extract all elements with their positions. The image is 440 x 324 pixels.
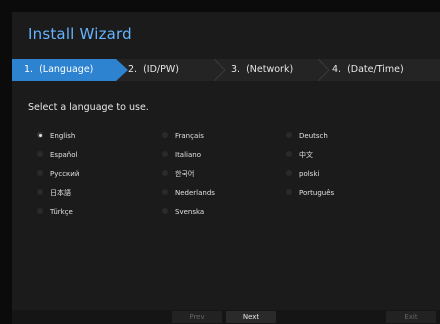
- step-date-time: 4. (Date/Time): [332, 59, 404, 81]
- language-option-espanol[interactable]: Español: [37, 148, 77, 162]
- radio-icon: [37, 208, 43, 214]
- language-prompt: Select a language to use.: [28, 102, 149, 113]
- radio-icon: [286, 189, 292, 195]
- radio-icon: [286, 151, 292, 157]
- language-label: Français: [175, 132, 204, 140]
- step-number: 4.: [332, 64, 342, 75]
- radio-icon: [162, 208, 168, 214]
- language-option-swedish[interactable]: Svenska: [162, 205, 204, 219]
- language-option-dutch[interactable]: Nederlands: [162, 186, 215, 200]
- prev-button[interactable]: Prev: [172, 311, 222, 323]
- language-label: Deutsch: [299, 132, 328, 140]
- step-label: (Language): [39, 64, 94, 75]
- language-label: 中文: [299, 151, 313, 159]
- language-option-deutsch[interactable]: Deutsch: [286, 129, 328, 143]
- step-number: 2.: [128, 64, 138, 75]
- install-wizard-window: Install Wizard 1. (Language) 2. (ID/PW) 3.…: [12, 12, 440, 324]
- language-label: Português: [299, 189, 335, 197]
- language-label: Nederlands: [175, 189, 215, 197]
- step-idpw: 2. (ID/PW): [128, 59, 179, 81]
- language-label: polski: [299, 170, 320, 178]
- language-label: Svenska: [175, 208, 205, 216]
- language-label: Türkçe: [50, 208, 73, 216]
- radio-icon: [162, 132, 168, 138]
- language-option-chinese[interactable]: 中文: [286, 148, 313, 162]
- step-language: 1. (Language): [12, 59, 116, 81]
- step-number: 1.: [24, 64, 34, 75]
- language-option-japanese[interactable]: 日本語: [37, 186, 71, 200]
- step-label: (ID/PW): [143, 64, 179, 75]
- wizard-steps: 1. (Language) 2. (ID/PW) 3. (Network) 4. (Da…: [12, 59, 440, 81]
- radio-icon: [162, 170, 168, 176]
- language-option-portuguese[interactable]: Português: [286, 186, 334, 200]
- radio-icon: [37, 151, 43, 157]
- language-option-turkish[interactable]: Türkçe: [37, 205, 73, 219]
- language-label: Italiano: [175, 151, 201, 159]
- radio-icon: [286, 132, 292, 138]
- language-label: English: [50, 132, 76, 140]
- language-label: Español: [50, 151, 78, 159]
- language-option-italiano[interactable]: Italiano: [162, 148, 201, 162]
- language-option-polish[interactable]: polski: [286, 167, 319, 181]
- language-label: 日本語: [50, 189, 71, 197]
- step-label: (Date/Time): [347, 64, 404, 75]
- language-option-english[interactable]: English: [37, 129, 75, 143]
- language-label: Русский: [50, 170, 80, 178]
- radio-selected-icon: [37, 132, 43, 138]
- language-option-francais[interactable]: Français: [162, 129, 204, 143]
- language-option-korean[interactable]: 한국어: [162, 167, 194, 181]
- radio-icon: [286, 170, 292, 176]
- radio-icon: [37, 170, 43, 176]
- step-network: 3. (Network): [231, 59, 293, 81]
- radio-icon: [162, 189, 168, 195]
- radio-icon: [162, 151, 168, 157]
- language-option-russian[interactable]: Русский: [37, 167, 79, 181]
- radio-icon: [37, 189, 43, 195]
- language-label: 한국어: [175, 170, 195, 178]
- window-title: Install Wizard: [28, 25, 132, 43]
- exit-button[interactable]: Exit: [386, 311, 436, 323]
- step-number: 3.: [231, 64, 241, 75]
- step-label: (Network): [246, 64, 294, 75]
- next-button[interactable]: Next: [226, 311, 276, 323]
